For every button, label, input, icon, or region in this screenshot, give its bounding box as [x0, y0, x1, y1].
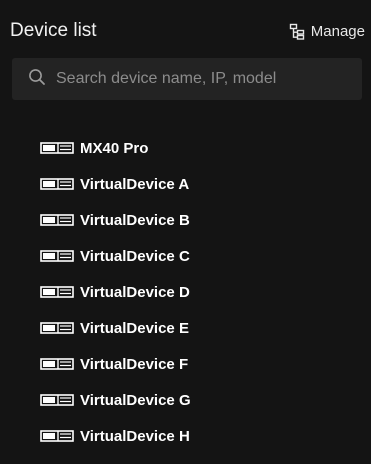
device-icon: [40, 358, 80, 370]
device-list: MX40 Pro VirtualDevice A VirtualDevice B: [0, 130, 371, 454]
device-name: VirtualDevice D: [80, 283, 190, 301]
device-name: VirtualDevice A: [80, 175, 190, 193]
device-icon: [40, 394, 80, 406]
device-list-item[interactable]: MX40 Pro: [0, 130, 371, 166]
manage-label: Manage: [310, 22, 365, 40]
device-icon: [40, 142, 80, 154]
manage-button[interactable]: Manage: [289, 23, 365, 40]
panel-header: Device list Manage: [10, 14, 365, 48]
device-icon: [40, 286, 80, 298]
device-list-item[interactable]: VirtualDevice G: [0, 382, 371, 418]
device-name: VirtualDevice E: [80, 319, 189, 337]
device-icon: [40, 322, 80, 334]
device-icon: [40, 250, 80, 262]
search-box[interactable]: [12, 58, 362, 100]
device-list-item[interactable]: VirtualDevice A: [0, 166, 371, 202]
tree-structure-icon: [289, 23, 305, 40]
device-list-panel: Device list Manage Search device name, I…: [0, 0, 371, 464]
device-name: VirtualDevice G: [80, 391, 191, 409]
device-name: VirtualDevice C: [80, 247, 190, 265]
device-list-item[interactable]: VirtualDevice F: [0, 346, 371, 382]
device-list-item[interactable]: VirtualDevice C: [0, 238, 371, 274]
search-input[interactable]: [54, 69, 348, 89]
device-icon: [40, 430, 80, 442]
device-list-item[interactable]: VirtualDevice B: [0, 202, 371, 238]
search-icon: [28, 68, 46, 91]
panel-title: Device list: [10, 20, 97, 41]
device-name: VirtualDevice F: [80, 355, 189, 373]
device-icon: [40, 178, 80, 190]
device-name: VirtualDevice B: [80, 211, 190, 229]
device-name: MX40 Pro: [80, 139, 149, 157]
device-list-item[interactable]: VirtualDevice E: [0, 310, 371, 346]
device-icon: [40, 214, 80, 226]
device-name: VirtualDevice H: [80, 427, 190, 445]
device-list-item[interactable]: VirtualDevice H: [0, 418, 371, 454]
device-list-item[interactable]: VirtualDevice D: [0, 274, 371, 310]
